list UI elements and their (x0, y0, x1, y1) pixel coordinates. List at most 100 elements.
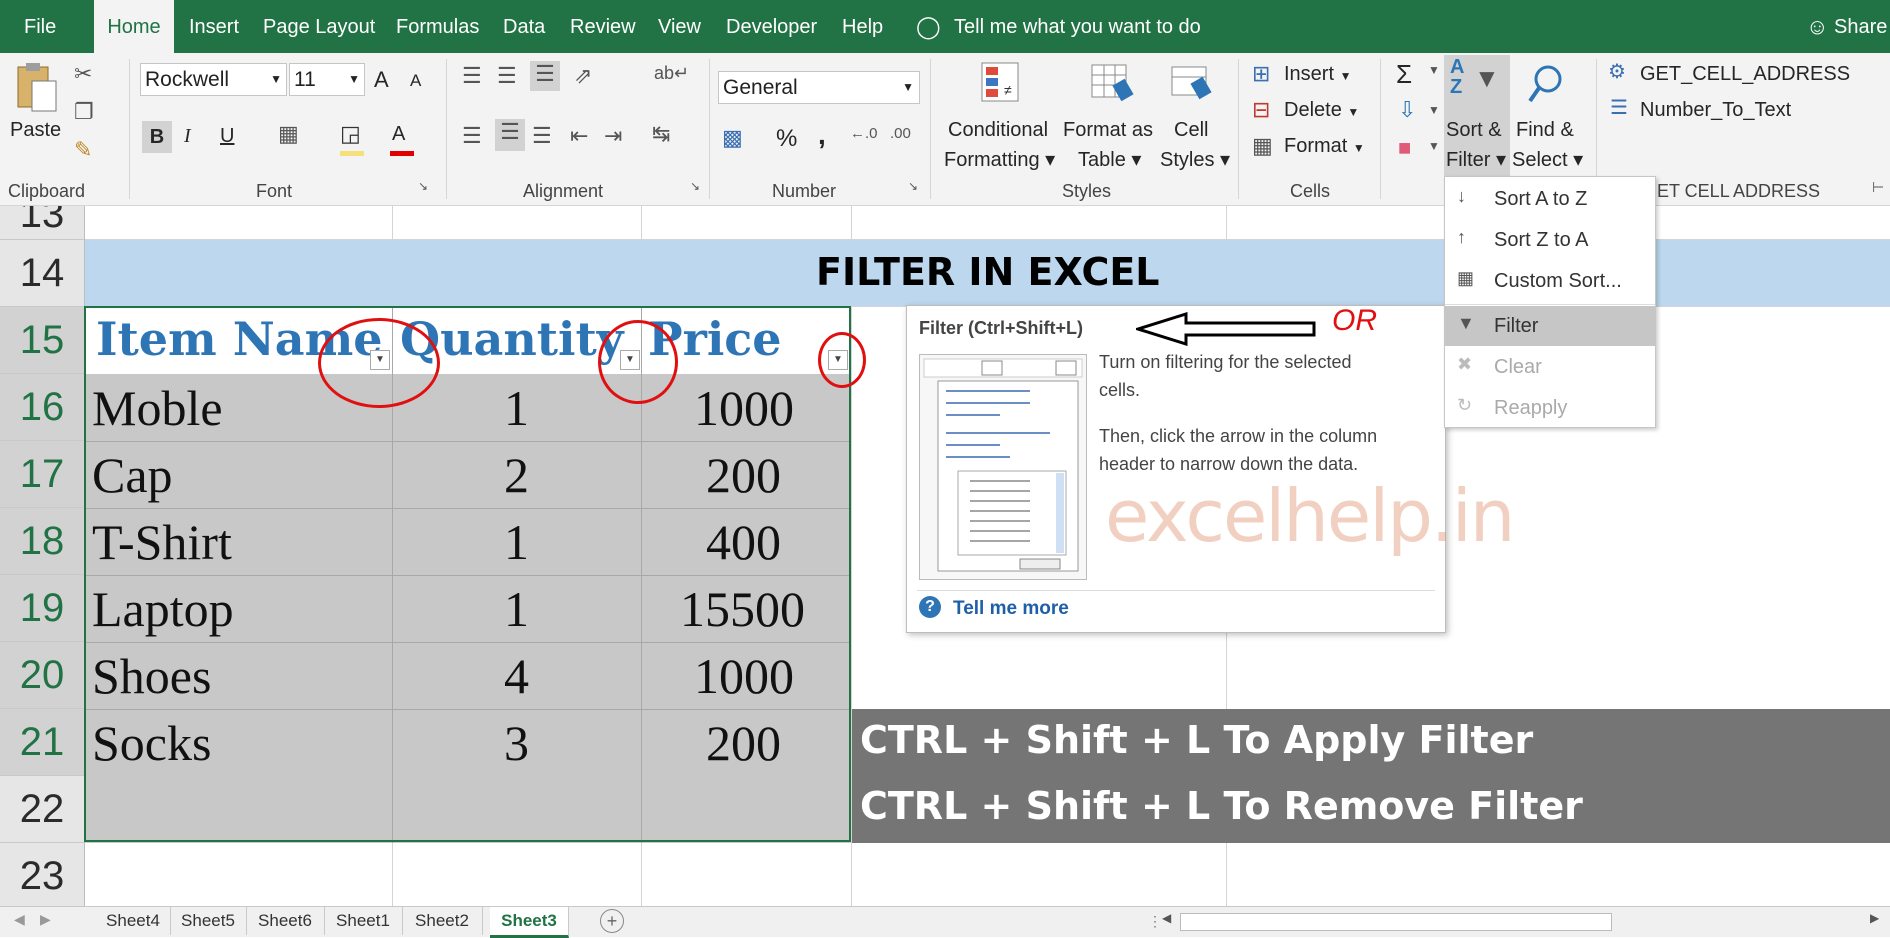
table-cell[interactable]: 400 (706, 513, 781, 571)
chevron-down-icon[interactable]: ▼ (1428, 103, 1440, 117)
font-name-box[interactable]: Rockwell ▼ (140, 63, 287, 96)
bold-button[interactable]: B (142, 121, 172, 153)
scroll-left-icon[interactable]: ◀ (1162, 911, 1176, 931)
table-cell[interactable]: T-Shirt (92, 513, 232, 571)
tab-data[interactable]: Data (503, 0, 545, 53)
tab-review[interactable]: Review (570, 0, 636, 53)
merge-center-icon[interactable]: ↹ (652, 121, 670, 147)
menu-item-filter[interactable]: ▼ Filter (1445, 306, 1655, 346)
underline-button[interactable]: U (220, 125, 234, 148)
row-header[interactable]: 13 (0, 206, 84, 240)
table-cell[interactable]: 1 (504, 580, 529, 638)
paste-button[interactable]: Paste (10, 119, 61, 142)
wrap-text-icon[interactable]: ab↵ (654, 63, 689, 84)
tab-home[interactable]: Home (94, 0, 174, 53)
table-cell[interactable]: Laptop (92, 580, 234, 638)
table-cell[interactable]: 4 (504, 647, 529, 705)
delete-button[interactable]: Delete ▼ (1284, 99, 1359, 122)
menu-item-custom-sort[interactable]: ▦ Custom Sort... (1445, 261, 1655, 301)
format-painter-icon[interactable]: ✎ (74, 137, 92, 163)
sheet-tab[interactable]: Sheet1 (324, 907, 403, 935)
tab-help[interactable]: Help (842, 0, 883, 53)
dialog-launcher-icon[interactable]: ↘ (690, 179, 700, 193)
table-cell[interactable]: 200 (706, 714, 781, 772)
scroll-right-icon[interactable]: ▶ (40, 911, 51, 928)
tab-file[interactable]: File (24, 0, 56, 53)
italic-button[interactable]: I (184, 125, 191, 148)
orientation-icon[interactable]: ⇗ (574, 63, 592, 89)
insert-button[interactable]: Insert ▼ (1284, 63, 1351, 86)
row-header[interactable]: 18 (0, 508, 84, 575)
row-header[interactable]: 15 (0, 307, 84, 374)
search-icon[interactable] (1526, 63, 1566, 107)
tell-me-search[interactable]: Tell me what you want to do (954, 0, 1201, 53)
accounting-format-icon[interactable]: ▩ (722, 125, 743, 151)
table-cell[interactable]: 15500 (680, 580, 805, 638)
shrink-font-button[interactable]: A (410, 71, 421, 91)
number-to-text-button[interactable]: Number_To_Text (1640, 99, 1791, 122)
align-right-icon[interactable]: ☰ (532, 123, 552, 149)
row-header[interactable]: 17 (0, 441, 84, 508)
row-header[interactable]: 20 (0, 642, 84, 709)
number-format-box[interactable]: General ▼ (718, 71, 920, 104)
conditional-formatting-button[interactable]: Conditional (948, 119, 1048, 142)
table-cell[interactable]: 1 (504, 513, 529, 571)
menu-item-sort-z-a[interactable]: ↑ Sort Z to A (1445, 220, 1655, 260)
tab-formulas[interactable]: Formulas (396, 0, 479, 53)
fill-color-icon[interactable]: ◲ (340, 121, 361, 147)
sheet-tab[interactable]: Sheet4 (96, 907, 171, 935)
tab-developer[interactable]: Developer (726, 0, 817, 53)
paste-icon[interactable] (14, 61, 60, 117)
collapse-ribbon-icon[interactable]: ⊢ (1872, 179, 1884, 196)
font-size-box[interactable]: 11 ▼ (289, 63, 365, 96)
insert-cells-icon[interactable]: ⊞ (1252, 61, 1270, 87)
align-center-icon[interactable]: ☰ (495, 119, 525, 151)
format-button[interactable]: Format ▼ (1284, 135, 1365, 158)
eraser-icon[interactable]: ■ (1398, 135, 1411, 161)
share-button[interactable]: Share (1834, 0, 1887, 53)
scroll-right-icon[interactable]: ▶ (1870, 911, 1884, 931)
borders-icon[interactable]: ▦ (278, 121, 299, 147)
tell-me-more-link[interactable]: Tell me more (953, 598, 1069, 620)
table-cell[interactable]: 3 (504, 714, 529, 772)
table-cell[interactable]: 1000 (694, 647, 794, 705)
cell-styles-icon[interactable] (1170, 61, 1214, 103)
fill-down-icon[interactable]: ⇩ (1398, 97, 1416, 123)
add-sheet-button[interactable]: + (600, 909, 624, 933)
table-cell[interactable]: 2 (504, 446, 529, 504)
decrease-indent-icon[interactable]: ⇤ (570, 123, 588, 149)
grow-font-button[interactable]: A (374, 67, 389, 93)
sheet-tab[interactable]: Sheet2 (402, 907, 483, 935)
sheet-tab[interactable]: Sheet6 (246, 907, 325, 935)
format-as-table-icon[interactable] (1090, 61, 1134, 103)
row-header[interactable]: 14 (0, 240, 84, 307)
dialog-launcher-icon[interactable]: ↘ (418, 179, 428, 193)
chevron-down-icon[interactable]: ▼ (1428, 63, 1440, 77)
cut-icon[interactable]: ✂ (74, 61, 92, 87)
percent-style-button[interactable]: % (776, 125, 797, 153)
row-header[interactable]: 21 (0, 709, 84, 776)
row-header[interactable]: 23 (0, 843, 84, 907)
table-cell[interactable]: Shoes (92, 647, 211, 705)
format-as-table-button[interactable]: Format as (1063, 119, 1153, 142)
delete-cells-icon[interactable]: ⊟ (1252, 97, 1270, 123)
row-header[interactable]: 16 (0, 374, 84, 441)
menu-item-reapply[interactable]: ↻ Reapply (1445, 388, 1655, 428)
get-cell-address-button[interactable]: GET_CELL_ADDRESS (1640, 63, 1850, 86)
font-color-button[interactable]: A (392, 123, 405, 146)
conditional-formatting-icon[interactable]: ≠ (980, 61, 1020, 103)
increase-indent-icon[interactable]: ⇥ (604, 123, 622, 149)
cell-styles-button[interactable]: Cell (1174, 119, 1208, 142)
table-cell[interactable]: Moble (92, 379, 223, 437)
comma-style-button[interactable]: , (818, 119, 826, 151)
menu-item-clear[interactable]: ✖ Clear (1445, 347, 1655, 387)
align-left-icon[interactable]: ☰ (462, 123, 482, 149)
decrease-decimal-icon[interactable]: .00 (890, 125, 911, 142)
find-select-button[interactable]: Find & (1516, 119, 1574, 142)
sheet-tab-active[interactable]: Sheet3 (490, 907, 569, 938)
table-cell[interactable]: 200 (706, 446, 781, 504)
dialog-launcher-icon[interactable]: ↘ (908, 179, 918, 193)
chevron-down-icon[interactable]: ▼ (1428, 139, 1440, 153)
autosum-button[interactable]: Σ (1396, 59, 1412, 90)
bottom-align-icon[interactable]: ☰ (530, 61, 560, 91)
